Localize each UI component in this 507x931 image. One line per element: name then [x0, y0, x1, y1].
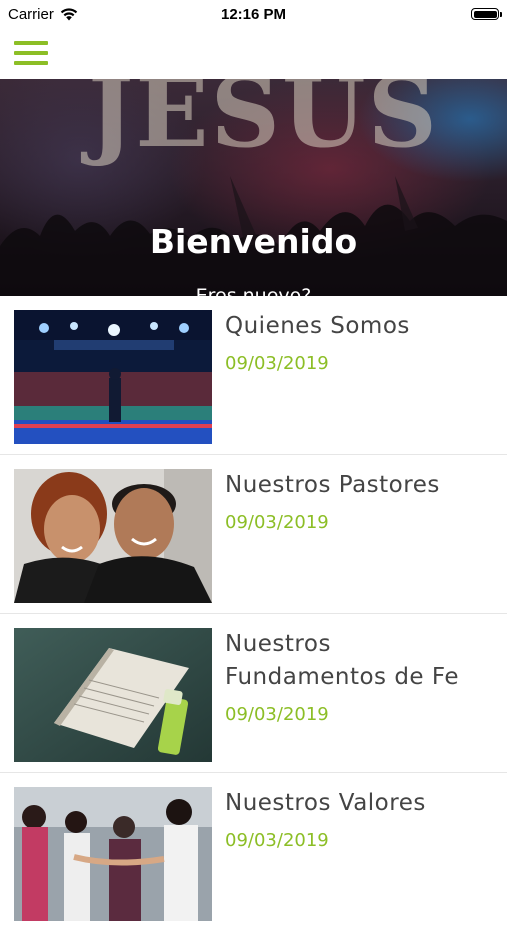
battery-icon [471, 8, 502, 20]
congregation-prayer-photo [14, 787, 212, 921]
banner-title: Bienvenido [149, 222, 358, 261]
item-date: 09/03/2019 [225, 353, 329, 374]
clock: 12:16 PM [220, 5, 287, 23]
item-date: 09/03/2019 [225, 830, 329, 851]
item-date: 09/03/2019 [225, 704, 329, 725]
nav-bar [0, 28, 507, 78]
open-bible-photo [14, 628, 212, 762]
welcome-banner[interactable]: JESUS Bienvenido Eres nuevo? [0, 79, 507, 296]
carrier-info: Carrier [0, 6, 78, 23]
content-list: Quienes Somos 09/03/2019 Nuestros Pastor… [0, 296, 507, 931]
church-stage-photo [14, 310, 212, 444]
item-title: Quienes Somos [225, 313, 410, 339]
list-item[interactable]: Nuestros Pastores 09/03/2019 [0, 455, 507, 614]
item-title: Nuestros Valores [225, 790, 426, 816]
carrier-label: Carrier [8, 5, 54, 23]
item-date: 09/03/2019 [225, 512, 329, 533]
item-title: Nuestros Pastores [225, 472, 440, 498]
item-title: Nuestros Fundamentos de Fe [225, 631, 460, 690]
list-item[interactable]: Quienes Somos 09/03/2019 [0, 296, 507, 455]
list-item[interactable]: Nuestros Fundamentos de Fe 09/03/2019 [0, 614, 507, 773]
status-bar: Carrier 12:16 PM [0, 0, 507, 28]
banner-subtitle[interactable]: Eres nuevo? [0, 287, 507, 297]
banner-background-word: JESUS [88, 79, 439, 169]
wifi-icon [60, 7, 78, 20]
hamburger-menu-icon[interactable] [14, 41, 48, 67]
pastors-couple-photo [14, 469, 212, 603]
list-item[interactable]: Nuestros Valores 09/03/2019 [0, 773, 507, 931]
